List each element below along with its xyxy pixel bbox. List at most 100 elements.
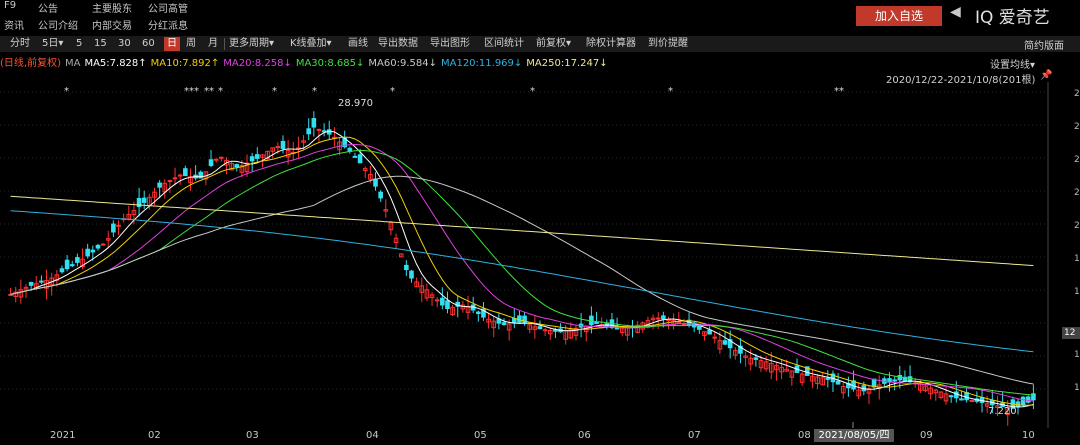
current-price-tag: 12 (1062, 327, 1080, 339)
ma-legend-prefix: (日线,前复权) (0, 58, 61, 69)
tab-60min[interactable]: 60 (142, 37, 155, 51)
candle-body (378, 191, 383, 199)
ma-legend-ma5: MA5:7.828↑ (84, 58, 147, 69)
candle-body (219, 156, 224, 159)
menu-executives[interactable]: 公司高管 (148, 0, 188, 15)
x-tick-label: 09 (920, 430, 933, 441)
candle-body (722, 340, 728, 345)
candle-body (835, 380, 841, 385)
x-tick-label: 04 (366, 430, 379, 441)
range-stats-button[interactable]: 区间统计 (484, 37, 524, 51)
candle-body (871, 378, 877, 388)
candle-body (213, 158, 219, 161)
candle-body (234, 164, 240, 168)
simple-layout-button[interactable]: 简约版面 (1024, 37, 1064, 52)
ma-legend-ma30: MA30:8.685↓ (295, 58, 365, 69)
ex-right-calculator-button[interactable]: 除权计算器 (586, 37, 636, 51)
draw-line-button[interactable]: 画线 (348, 37, 368, 51)
ma-legend: (日线,前复权) MA MA5:7.828↑ MA10:7.892↑ MA20:8.25… (0, 54, 612, 69)
kline-overlay-dropdown[interactable]: K线叠加▾ (290, 37, 332, 51)
menu-announcement[interactable]: 公告 (38, 0, 58, 15)
candle-body (445, 300, 450, 310)
candle-body (1025, 396, 1031, 403)
candle-body (964, 392, 969, 401)
candle-body (707, 329, 712, 335)
tab-5min[interactable]: 5 (76, 37, 82, 51)
tab-daily[interactable]: 日 (164, 37, 180, 51)
y-tick-label: 1 (1074, 383, 1080, 393)
x-tick-label: 06 (578, 430, 591, 441)
candle-body (404, 264, 409, 271)
candle-body (655, 317, 661, 320)
candle-body (1020, 396, 1026, 405)
candle-body (409, 270, 414, 279)
ma-legend-ma60: MA60:9.584↓ (368, 58, 437, 69)
y-tick-label: 2 (1074, 89, 1080, 99)
export-graph-button[interactable]: 导出图形 (430, 37, 470, 51)
candle-body (542, 329, 548, 332)
more-periods-dropdown[interactable]: 更多周期▾ (229, 37, 274, 51)
candle-body (825, 377, 831, 380)
menu-major-shareholders[interactable]: 主要股东 (92, 0, 132, 15)
menu-insider-trades[interactable]: 内部交易 (92, 17, 132, 32)
x-tick-label: 03 (246, 430, 259, 441)
low-price-label: 7.220 (988, 406, 1017, 417)
menu-company-intro[interactable]: 公司介绍 (38, 17, 78, 32)
crosshair-date-label: 2021/08/05/四 (814, 429, 894, 442)
candle-body (661, 315, 666, 320)
back-arrow-icon[interactable]: ◀ (950, 4, 961, 20)
candle-body (95, 244, 101, 249)
ma-legend-ma120: MA120:11.969↓ (440, 58, 523, 69)
candle-body (440, 297, 445, 306)
candle-body (352, 155, 358, 158)
menu-dividends[interactable]: 分红派息 (148, 17, 188, 32)
candle-body (321, 130, 327, 133)
tab-5day[interactable]: 5日▾ (42, 37, 63, 51)
ma-line-ma250 (10, 195, 1034, 266)
menu-f9[interactable]: F9 (4, 0, 16, 11)
export-data-button[interactable]: 导出数据 (378, 37, 418, 51)
pin-icon[interactable]: 📌 (1040, 70, 1052, 81)
candle-body (28, 282, 34, 286)
candle-body (39, 280, 44, 283)
ma-line-ma30 (10, 149, 1034, 396)
candle-body (501, 322, 507, 326)
candle-body (183, 168, 188, 177)
tab-intraday[interactable]: 分时 (10, 37, 30, 51)
chart-toolbar: 分时 5日▾ 5 15 30 60 日 周 月 更多周期▾ K线叠加▾ 画线 导… (0, 36, 1080, 52)
y-tick-label: 1 (1074, 287, 1080, 297)
candle-body (311, 118, 317, 128)
ma-legend-label: MA (64, 58, 81, 69)
candle-body (69, 264, 75, 267)
adjust-mode-dropdown[interactable]: 前复权▾ (536, 37, 571, 51)
kline-chart[interactable] (0, 82, 1080, 428)
add-to-watchlist-button[interactable]: 加入自选 (856, 6, 942, 26)
candle-body (476, 311, 481, 315)
candle-body (434, 299, 440, 302)
price-alert-button[interactable]: 到价提醒 (648, 37, 688, 51)
tab-30min[interactable]: 30 (118, 37, 131, 51)
candle-body (254, 154, 260, 159)
candle-body (85, 248, 90, 257)
tab-monthly[interactable]: 月 (208, 37, 218, 51)
tab-weekly[interactable]: 周 (186, 37, 196, 51)
candle-body (306, 128, 311, 135)
y-tick-label: 2 (1074, 155, 1080, 165)
candle-body (177, 174, 183, 177)
menu-news[interactable]: 资讯 (4, 17, 24, 32)
set-ma-dropdown[interactable]: 设置均线▾ (990, 56, 1035, 71)
candle-body (249, 156, 255, 162)
ma-line-ma120 (10, 210, 1034, 353)
x-tick-label: 10 (1022, 430, 1035, 441)
candle-body (594, 321, 599, 325)
x-tick-label: 02 (148, 430, 161, 441)
high-price-label: 28.970 (338, 98, 373, 109)
candle-body (712, 336, 718, 339)
candle-body (64, 259, 70, 270)
candle-body (948, 395, 954, 398)
candle-body (280, 140, 286, 149)
candle-body (373, 178, 378, 187)
tab-15min[interactable]: 15 (94, 37, 107, 51)
x-tick-label: 08 (798, 430, 811, 441)
candle-body (954, 391, 959, 399)
